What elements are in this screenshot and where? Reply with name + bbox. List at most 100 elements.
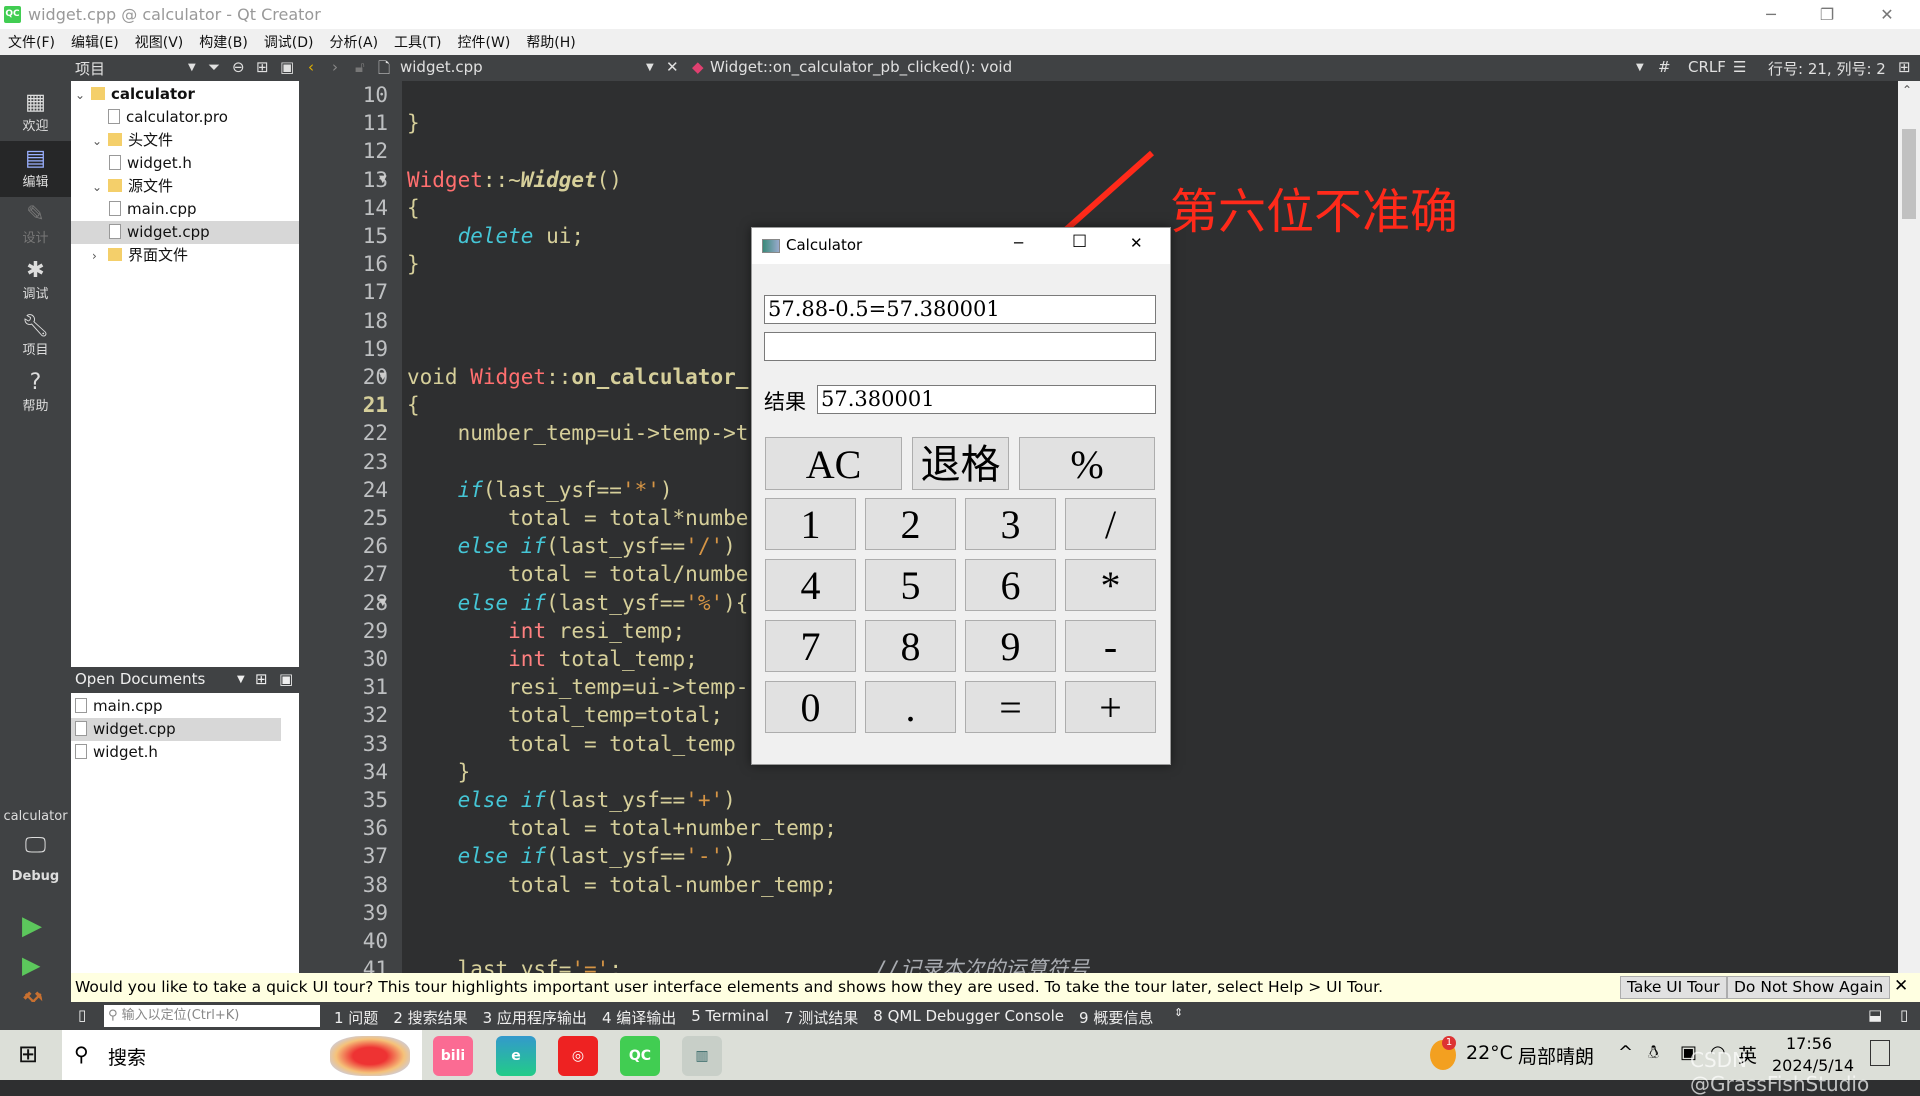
link-icon[interactable]: ⊖ [232,58,245,76]
calc-button-multiply[interactable]: * [1065,559,1156,611]
cursor-position[interactable]: 行号: 21, 列号: 2 [1768,58,1886,79]
split-icon[interactable]: ⊞ [255,670,268,688]
close-panel-icon[interactable]: ▣ [279,670,293,688]
calc-button-6[interactable]: 6 [965,559,1056,611]
debug-run-icon[interactable]: ▶ [22,951,40,979]
symbol-selector[interactable]: Widget::on_calculator_pb_clicked(): void [710,58,1012,76]
netease-music-app-icon[interactable]: ◎ [558,1036,598,1076]
menu-analyze[interactable]: 分析(A) [330,32,379,52]
tree-item[interactable]: main.cpp [71,198,299,221]
calc-button-0[interactable]: 0 [765,681,856,733]
scrollbar-thumb[interactable] [1902,129,1916,219]
output-tab[interactable]: 3 应用程序输出 [483,1007,587,1028]
calc-button-minus[interactable]: - [1065,620,1156,672]
calc-button-2[interactable]: 2 [865,498,956,550]
output-tab[interactable]: 4 编译输出 [602,1007,676,1028]
scroll-up-icon[interactable]: ⌃ [1902,83,1912,97]
open-document-item[interactable]: widget.h [71,741,281,764]
close-document-icon[interactable]: ✕ [666,58,679,76]
tree-item[interactable]: ⌄ 头文件 [71,129,299,152]
chevron-down-icon[interactable]: ⌄ [92,176,108,199]
chevron-down-icon[interactable]: ▼ [237,674,245,685]
output-tab[interactable]: 8 QML Debugger Console [873,1007,1064,1028]
panel-selector[interactable]: 项目 [75,58,105,79]
calc-button-percent[interactable]: % [1019,437,1155,490]
result-field[interactable]: 57.380001 [817,385,1156,414]
calculator-app-icon[interactable]: ▥ [682,1036,722,1076]
take-ui-tour-button[interactable]: Take UI Tour [1620,976,1727,999]
restore-button[interactable]: ❐ [1804,2,1850,28]
mode-projects[interactable]: 🔧︎ 项目 [0,309,71,365]
tree-item[interactable]: widget.cpp [71,221,299,244]
calc-button-3[interactable]: 3 [965,498,1056,550]
chevron-down-icon[interactable]: ▼ [646,62,654,73]
menu-help[interactable]: 帮助(H) [526,32,575,52]
mode-edit[interactable]: ▤ 编辑 [0,141,71,197]
toggle-right-sidebar-icon[interactable]: ▯ [1900,1006,1908,1024]
tray-expand-icon[interactable]: ^ [1618,1042,1633,1063]
calc-close-button[interactable]: ✕ [1130,234,1143,252]
open-file-selector[interactable]: widget.cpp [400,58,483,76]
locator-input[interactable]: ⚲ 输入以定位(Ctrl+K) [104,1005,320,1027]
run-icon[interactable]: ▶ [22,911,42,941]
close-button[interactable]: ✕ [1864,2,1910,28]
notification-center-icon[interactable] [1870,1040,1890,1066]
tree-item[interactable]: widget.h [71,152,299,175]
build-config[interactable]: Debug [0,869,71,884]
tree-item[interactable]: ⌄ calculator [71,83,299,106]
forward-icon[interactable]: › [332,58,338,76]
menu-tools[interactable]: 工具(T) [394,32,441,52]
calc-button-4[interactable]: 4 [765,559,856,611]
tree-item[interactable]: › 界面文件 [71,244,299,267]
calc-button-plus[interactable]: + [1065,681,1156,733]
open-document-item[interactable]: main.cpp [71,695,281,718]
tree-item[interactable]: calculator.pro [71,106,299,129]
fold-arrow-icon[interactable]: ▼ [379,597,387,608]
calc-button-1[interactable]: 1 [765,498,856,550]
output-tab[interactable]: 5 Terminal [691,1007,769,1028]
tree-item[interactable]: ⌄ 源文件 [71,175,299,198]
minimize-button[interactable]: ─ [1748,2,1794,28]
close-panel-icon[interactable]: ▣ [280,58,294,76]
output-tab[interactable]: 2 搜索结果 [393,1007,467,1028]
chevron-down-icon[interactable]: ▼ [1636,62,1644,73]
calc-button-divide[interactable]: / [1065,498,1156,550]
encoding-icon[interactable]: ☰ [1733,58,1746,76]
fold-arrow-icon[interactable]: ▼ [379,174,387,185]
split-icon[interactable]: ⊞ [256,58,269,76]
split-editor-icon[interactable]: ⊞ [1898,58,1911,76]
calc-button-decimal[interactable]: . [865,681,956,733]
calc-button-8[interactable]: 8 [865,620,956,672]
qq-icon[interactable]: 🐧︎ [1648,1042,1659,1065]
menu-edit[interactable]: 编辑(E) [71,32,119,52]
weather-desc[interactable]: 局部晴朗 [1518,1042,1594,1069]
mode-help[interactable]: ? 帮助 [0,365,71,421]
chevron-down-icon[interactable]: ▼ [188,62,196,73]
open-documents-title[interactable]: Open Documents [75,670,205,688]
taskbar-search[interactable]: ⚲ 搜索 [62,1030,422,1080]
more-tabs-icon[interactable]: ⇕ [1174,1006,1183,1019]
calc-minimize-button[interactable]: ─ [1014,234,1023,252]
menu-debug[interactable]: 调试(D) [264,32,314,52]
vertical-scrollbar[interactable]: ⌃ [1898,81,1920,973]
mode-debug[interactable]: ✱ 调试 [0,253,71,309]
open-document-item[interactable]: widget.cpp [71,718,281,741]
output-tab[interactable]: 1 问题 [334,1007,378,1028]
fold-arrow-icon[interactable]: ▼ [379,371,387,382]
calc-button-7[interactable]: 7 [765,620,856,672]
bilibili-app-icon[interactable]: bili [433,1036,473,1076]
mode-design[interactable]: ✎ 设计 [0,197,71,253]
qt-creator-app-icon[interactable]: QC [620,1036,660,1076]
mode-welcome[interactable]: ▦ 欢迎 [0,85,71,141]
toggle-sidebar-icon[interactable]: ▯ [78,1006,86,1024]
edge-app-icon[interactable]: e [496,1036,536,1076]
calc-button-equals[interactable]: = [965,681,1056,733]
calc-button-9[interactable]: 9 [965,620,1056,672]
chevron-down-icon[interactable]: ⌄ [92,130,108,153]
weather-temp[interactable]: 22°C [1466,1042,1513,1064]
input-field[interactable] [764,332,1156,361]
menu-build[interactable]: 构建(B) [199,32,248,52]
expression-field[interactable]: 57.88-0.5=57.380001 [764,295,1156,324]
calc-button-5[interactable]: 5 [865,559,956,611]
close-banner-icon[interactable]: ✕ [1894,976,1908,996]
